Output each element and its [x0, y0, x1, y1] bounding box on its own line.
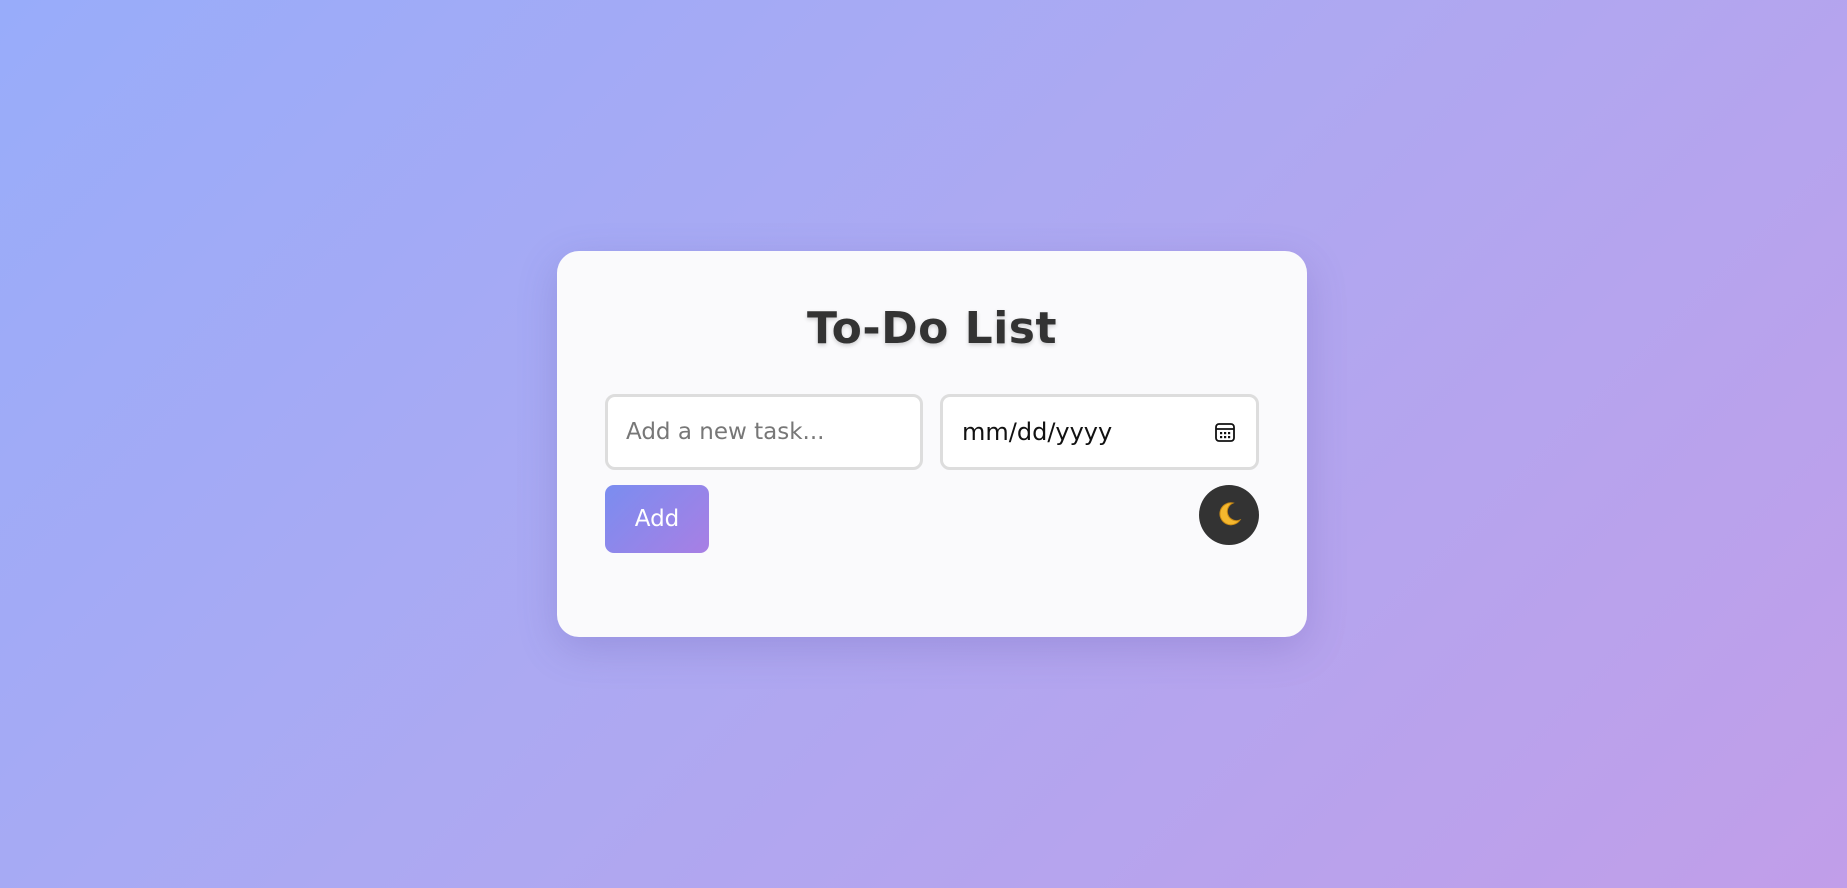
theme-toggle-button[interactable]: [1199, 485, 1259, 545]
todo-card: To-Do List mm/dd/yyyy Add: [557, 251, 1307, 637]
calendar-icon[interactable]: [1213, 420, 1237, 444]
due-date-field[interactable]: mm/dd/yyyy: [940, 394, 1259, 470]
moon-icon: [1214, 499, 1244, 532]
task-input[interactable]: [605, 394, 923, 470]
page-title: To-Do List: [806, 303, 1058, 354]
add-task-button[interactable]: Add: [605, 485, 709, 553]
date-placeholder: mm/dd/yyyy: [962, 418, 1113, 446]
